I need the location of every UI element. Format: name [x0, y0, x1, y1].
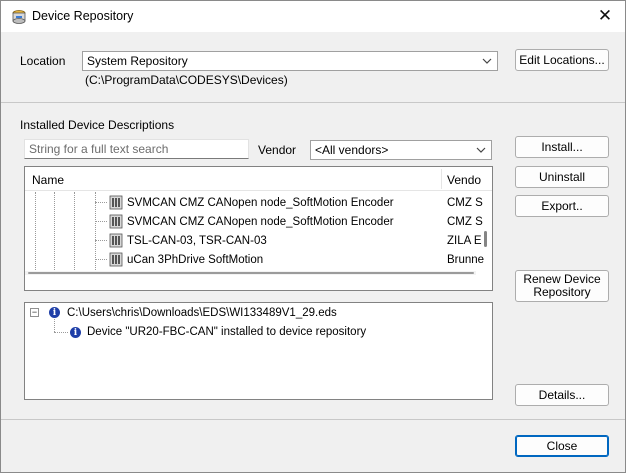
divider [1, 102, 625, 103]
info-icon: i [70, 327, 81, 338]
vendor-label: Vendor [258, 143, 297, 157]
title-bar: Device Repository ✕ [1, 1, 625, 32]
device-repository-dialog: Device Repository ✕ Location System Repo… [0, 0, 626, 473]
chevron-down-icon [482, 58, 492, 64]
table-row[interactable]: uCan 3PhDrive SoftMotion Brunne [25, 250, 484, 269]
installed-heading: Installed Device Descriptions [20, 118, 175, 132]
tree-guide-line [95, 202, 107, 203]
device-name: TSL-CAN-03, TSR-CAN-03 [127, 234, 267, 247]
edit-locations-button[interactable]: Edit Locations... [515, 49, 609, 71]
close-icon[interactable]: ✕ [591, 3, 619, 29]
log-file-path: C:\Users\chris\Downloads\EDS\WI133489V1_… [67, 307, 337, 319]
location-path: (C:\ProgramData\CODESYS\Devices) [85, 73, 288, 87]
location-select-value: System Repository [87, 54, 188, 68]
horizontal-scrollbar[interactable] [28, 272, 474, 274]
column-name-header[interactable]: Name [32, 173, 64, 187]
tree-guide-line [54, 319, 55, 332]
chevron-down-icon [476, 147, 486, 153]
window-title: Device Repository [32, 9, 134, 23]
divider [1, 419, 625, 420]
details-button[interactable]: Details... [515, 384, 609, 406]
device-name: SVMCAN CMZ CANopen node_SoftMotion Encod… [127, 215, 394, 228]
renew-device-repository-button[interactable]: Renew Device Repository [515, 270, 609, 302]
table-row[interactable]: SVMCAN CMZ CANopen node_SoftMotion Encod… [25, 212, 483, 231]
vertical-scrollbar[interactable] [484, 231, 487, 247]
vendor-select[interactable]: <All vendors> [310, 140, 492, 160]
tree-guide-line [95, 221, 107, 222]
close-button[interactable]: Close [515, 435, 609, 457]
device-vendor: CMZ S [447, 196, 483, 209]
search-input[interactable]: String for a full text search [24, 139, 249, 159]
location-label: Location [20, 54, 66, 68]
device-tree[interactable]: Name Vendo SVMCAN CMZ CANopen node_SoftM… [24, 166, 493, 291]
device-vendor: CMZ S [447, 215, 483, 228]
column-vendor-header[interactable]: Vendo [447, 173, 481, 187]
renew-button-line2: Repository [533, 285, 591, 299]
tree-guide-line [54, 332, 68, 333]
search-placeholder: String for a full text search [29, 142, 169, 156]
device-name: SVMCAN CMZ CANopen node_SoftMotion Encod… [127, 196, 394, 209]
column-separator [441, 169, 442, 189]
device-icon [109, 195, 123, 210]
device-repository-icon [12, 10, 26, 24]
uninstall-button[interactable]: Uninstall [515, 166, 609, 188]
collapse-icon[interactable]: − [30, 308, 39, 317]
tree-guide-line [95, 240, 107, 241]
install-log[interactable]: − i C:\Users\chris\Downloads\EDS\WI13348… [24, 302, 493, 400]
table-row[interactable]: SVMCAN CMZ CANopen node_SoftMotion Encod… [25, 193, 483, 212]
device-name: uCan 3PhDrive SoftMotion [127, 253, 264, 266]
device-vendor: ZILA E [447, 234, 482, 247]
device-vendor: Brunne [447, 253, 485, 266]
tree-guide-line [95, 259, 107, 260]
device-icon [109, 233, 123, 248]
device-icon [109, 252, 123, 267]
export-button[interactable]: Export.. [515, 195, 609, 217]
table-row[interactable]: TSL-CAN-03, TSR-CAN-03 ZILA E [25, 231, 482, 250]
info-icon: i [49, 307, 60, 318]
vendor-select-value: <All vendors> [315, 143, 389, 157]
tree-header: Name Vendo [25, 167, 492, 191]
install-button[interactable]: Install... [515, 136, 609, 158]
location-select[interactable]: System Repository [82, 51, 498, 71]
device-icon [109, 214, 123, 229]
log-message: Device "UR20-FBC-CAN" installed to devic… [87, 326, 367, 338]
